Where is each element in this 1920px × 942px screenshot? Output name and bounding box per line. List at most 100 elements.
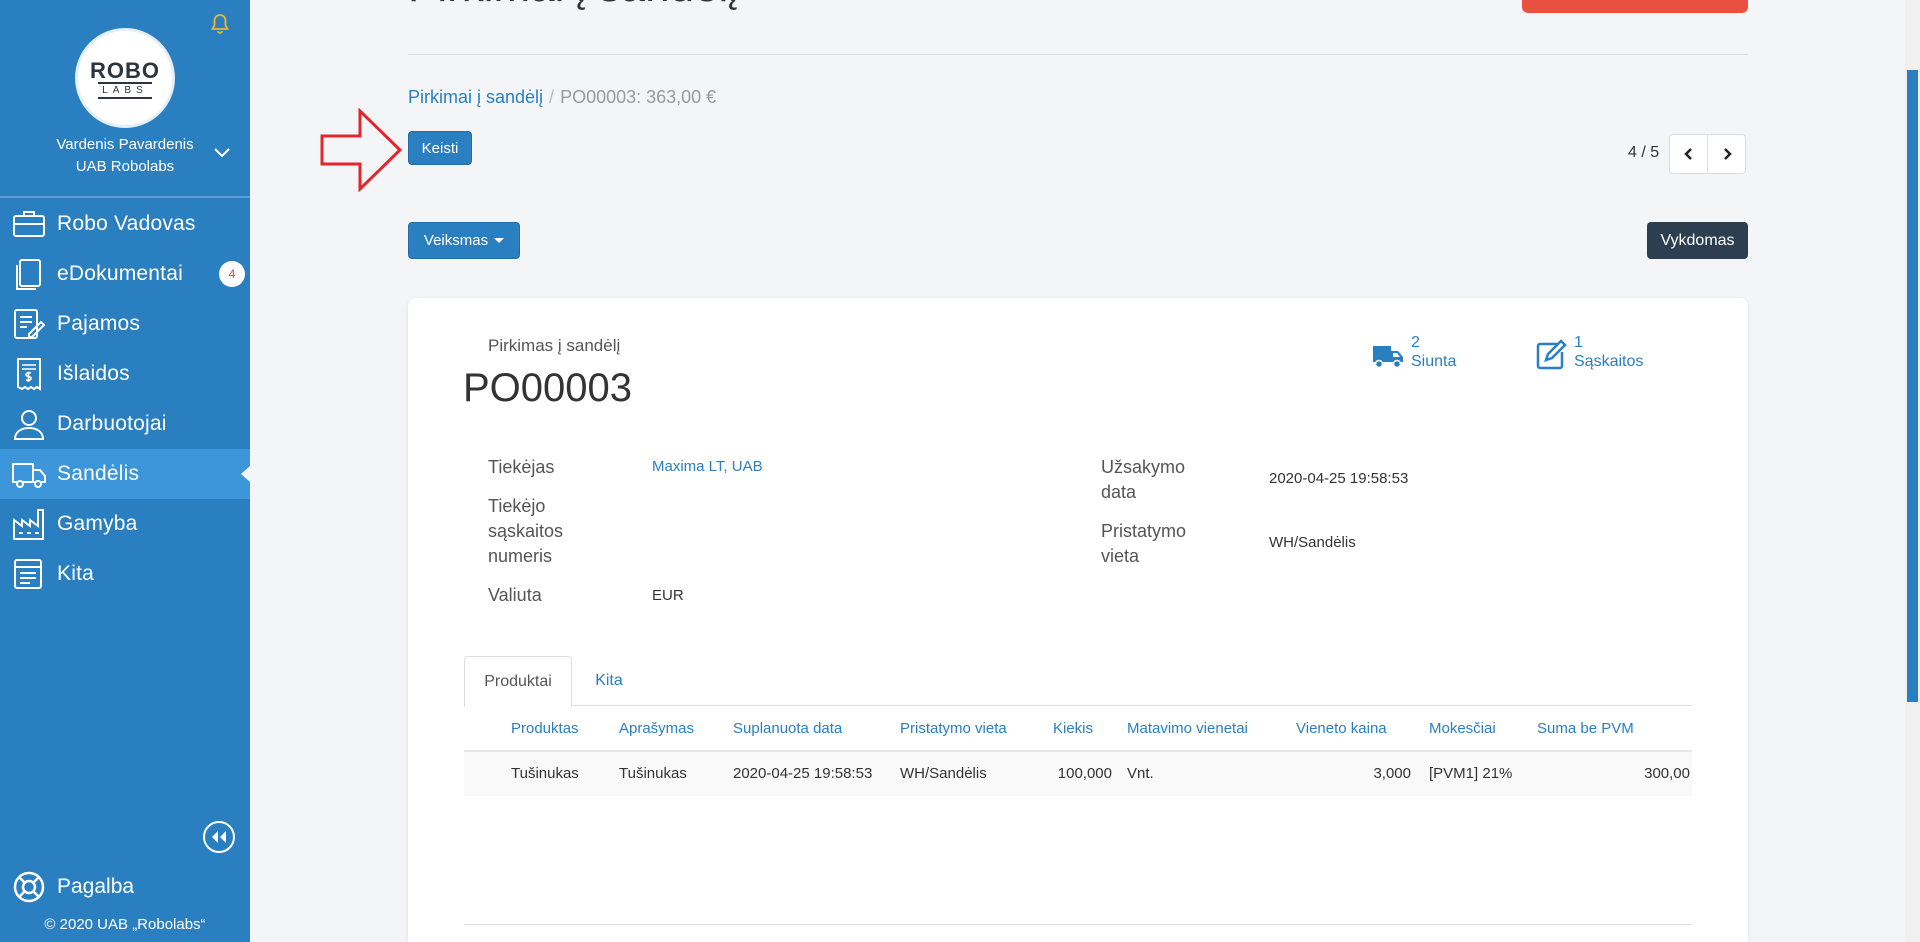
column-header[interactable]: Produktas (511, 720, 579, 737)
sidebar-item-gamyba[interactable]: Gamyba (0, 499, 250, 549)
sidebar-item-label: Darbuotojai (57, 412, 167, 435)
invoices-count: 1 (1574, 334, 1583, 351)
lifebuoy-icon (13, 871, 45, 903)
page-title: Pirkimai į sandėlį (408, 0, 738, 12)
currency-value: EUR (652, 587, 684, 604)
sidebar-item-label: Gamyba (57, 512, 138, 535)
table-cell: Tušinukas (619, 765, 687, 782)
delivery-location-label-line1: Pristatymo (1101, 521, 1187, 541)
column-header[interactable]: Mokesčiai (1429, 720, 1496, 737)
table-cell: 300,00 (1644, 765, 1690, 782)
column-header[interactable]: Vieneto kaina (1296, 720, 1387, 737)
supplier-invoice-label-line1: Tiekėjo (488, 496, 546, 516)
logo-subtext: LABS (98, 81, 152, 99)
shipments-smart-button[interactable]: 2 Siunta (1371, 334, 1456, 372)
invoices-smart-button[interactable]: 1 Sąskaitos (1534, 334, 1643, 372)
other-list-icon (14, 559, 42, 589)
collapse-sidebar-button[interactable] (203, 821, 235, 853)
action-button-label: Veiksmas (423, 232, 489, 249)
edit-document-icon (1536, 339, 1567, 370)
column-header[interactable]: Matavimo vienetai (1127, 720, 1248, 737)
breadcrumb-separator: / (549, 87, 555, 107)
sidebar-item-label: Pajamos (57, 312, 141, 335)
sidebar-item-robo-vadovas[interactable]: Robo Vadovas (0, 199, 250, 249)
sidebar-divider (0, 196, 250, 198)
scrollbar-thumb[interactable] (1907, 70, 1918, 702)
sidebar-item-label: Kita (57, 562, 94, 585)
currency-label: Valiuta (488, 585, 542, 605)
copyright: © 2020 UAB „Robolabs“ (44, 916, 206, 933)
order-date-label-line2: data (1101, 482, 1137, 502)
active-indicator (241, 466, 250, 482)
column-header[interactable]: Suplanuota data (733, 720, 842, 737)
sidebar-item-kita[interactable]: Kita (0, 549, 250, 599)
sidebar-item-islaidos[interactable]: Išlaidos (0, 349, 250, 399)
sidebar-item-label: Robo Vadovas (57, 212, 196, 235)
help-label: Pagalba (57, 875, 135, 898)
edit-button-label: Keisti (421, 139, 459, 157)
sidebar-item-label: eDokumentai (57, 262, 183, 285)
sidebar-item-sandelis[interactable]: Sandėlis (0, 449, 250, 499)
briefcase-icon (13, 211, 45, 237)
table-cell: Tušinukas (511, 765, 579, 782)
table-row[interactable]: Tušinukas Tušinukas 2020-04-25 19:58:53 … (464, 752, 1692, 796)
supplier-invoice-label-line2: sąskaitos (488, 521, 564, 541)
employee-icon (13, 410, 45, 440)
header-divider (408, 54, 1748, 55)
table-cell: 3,000 (1373, 765, 1411, 782)
previous-record-button[interactable] (1669, 134, 1708, 174)
table-cell: 100,000 (1057, 765, 1112, 782)
breadcrumb-current: PO00003: 363,00 € (560, 87, 717, 107)
tab-produktai[interactable]: Produktai (464, 656, 572, 707)
shipments-label: Siunta (1411, 353, 1457, 370)
pager-counter: 4 / 5 (1628, 144, 1660, 161)
sidebar: ROBO LABS Vardenis Pavardenis UAB Robola… (0, 0, 250, 942)
column-header[interactable]: Aprašymas (619, 720, 694, 737)
documents-icon (16, 259, 41, 290)
company-logo: ROBO LABS (75, 28, 175, 128)
column-header[interactable]: Pristatymo vieta (900, 720, 1007, 737)
sidebar-item-darbuotojai[interactable]: Darbuotojai (0, 399, 250, 449)
table-footer-divider (464, 924, 1692, 925)
column-header[interactable]: Kiekis (1053, 720, 1093, 737)
document-number: PO00003 (463, 366, 633, 410)
supplier-label: Tiekėjas (488, 457, 555, 477)
receipt-icon (17, 358, 41, 391)
bell-icon[interactable] (208, 12, 232, 36)
table-header: Produktas Aprašymas Suplanuota data Pris… (464, 706, 1692, 752)
notification-badge: 4 (219, 261, 245, 287)
sidebar-item-label: Išlaidos (57, 362, 130, 385)
breadcrumb: Pirkimai į sandėlį / PO00003: 363,00 € (408, 87, 716, 108)
supplier-link[interactable]: Maxima LT, UAB (652, 458, 763, 475)
annotation-arrow-icon (320, 108, 402, 192)
column-header[interactable]: Suma be PVM (1537, 720, 1634, 737)
table-cell: 2020-04-25 19:58:53 (733, 765, 873, 782)
warehouse-truck-icon (12, 463, 46, 488)
sidebar-item-edokumentai[interactable]: eDokumentai 4 (0, 249, 250, 299)
table-cell: Vnt. (1127, 765, 1154, 782)
delivery-location-label-line2: vieta (1101, 546, 1140, 566)
table-cell: WH/Sandėlis (900, 765, 987, 782)
caret-down-icon (494, 238, 505, 243)
double-chevron-left-icon (212, 831, 226, 843)
action-dropdown-button[interactable]: Veiksmas (408, 222, 520, 259)
sidebar-item-label: Sandėlis (57, 462, 140, 485)
help-link[interactable]: Pagalba (0, 862, 250, 912)
shipments-count: 2 (1411, 334, 1420, 351)
record-tabs: Produktai Kita (464, 656, 1692, 707)
order-date-label-line1: Užsakymo (1101, 457, 1186, 477)
chevron-left-icon (1683, 148, 1692, 160)
logo-text: ROBO (90, 57, 160, 83)
factory-icon (13, 509, 44, 540)
edit-button[interactable]: Keisti (408, 131, 472, 165)
table-cell: [PVM1] 21% (1429, 765, 1513, 782)
delivery-location-value: WH/Sandėlis (1269, 534, 1356, 551)
breadcrumb-parent-link[interactable]: Pirkimai į sandėlį (408, 87, 543, 107)
next-record-button[interactable] (1707, 134, 1746, 174)
create-button[interactable] (1522, 0, 1748, 13)
sidebar-item-pajamos[interactable]: Pajamos (0, 299, 250, 349)
tab-kita[interactable]: Kita (572, 656, 646, 706)
income-edit-icon (14, 309, 46, 339)
document-type: Pirkimas į sandėlį (488, 336, 621, 355)
chevron-down-icon[interactable] (212, 142, 232, 162)
